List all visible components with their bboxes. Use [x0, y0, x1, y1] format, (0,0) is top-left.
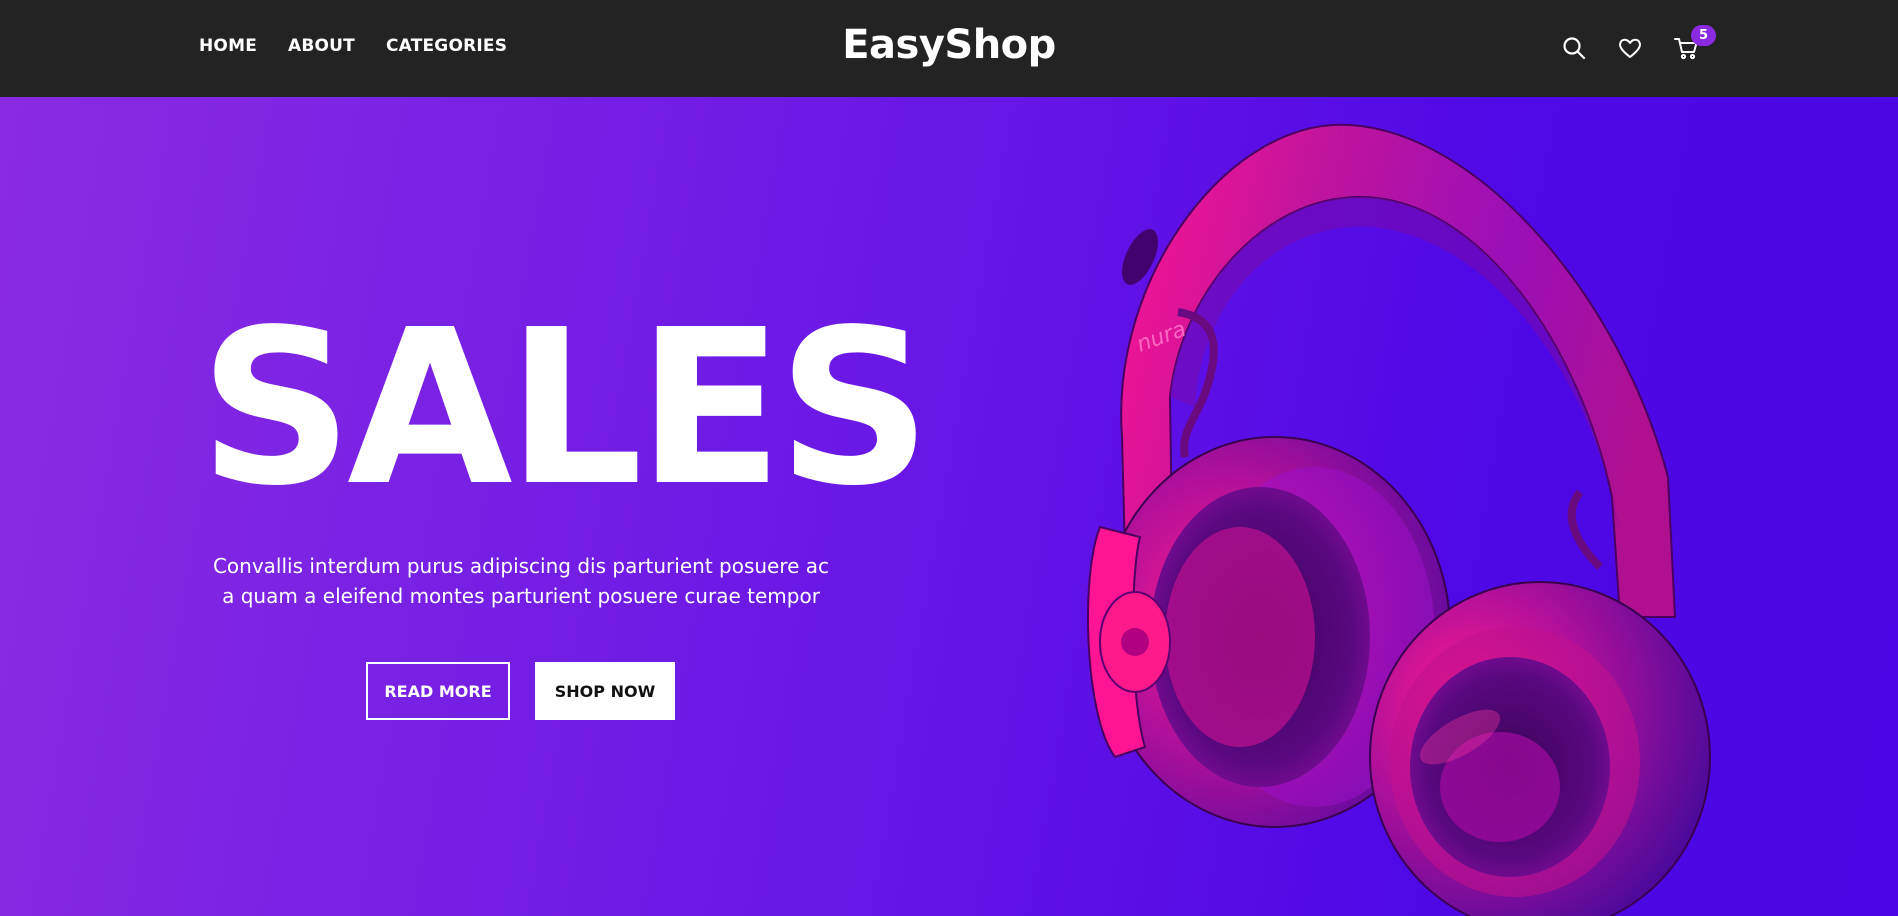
nav-link-home[interactable]: HOME [199, 36, 257, 56]
hero-description: Convallis interdum purus adipiscing dis … [212, 554, 830, 608]
nav-link-categories[interactable]: CATEGORIES [386, 36, 507, 56]
brand-logo[interactable]: EasyShop [842, 22, 1056, 68]
top-navbar: HOME ABOUT CATEGORIES EasyShop 5 [0, 0, 1898, 97]
heart-icon[interactable] [1617, 35, 1643, 61]
shop-now-button[interactable]: SHOP NOW [535, 662, 675, 720]
hero-banner: SALES Convallis interdum purus adipiscin… [0, 97, 1898, 916]
cart-count-badge: 5 [1691, 25, 1716, 46]
search-icon[interactable] [1561, 35, 1587, 61]
main-nav: HOME ABOUT CATEGORIES [199, 36, 507, 56]
nav-link-about[interactable]: ABOUT [288, 36, 355, 56]
read-more-button[interactable]: READ MORE [366, 662, 510, 720]
headphones-product-image: nura [1087, 123, 1711, 916]
hero-title: SALES [199, 284, 931, 533]
